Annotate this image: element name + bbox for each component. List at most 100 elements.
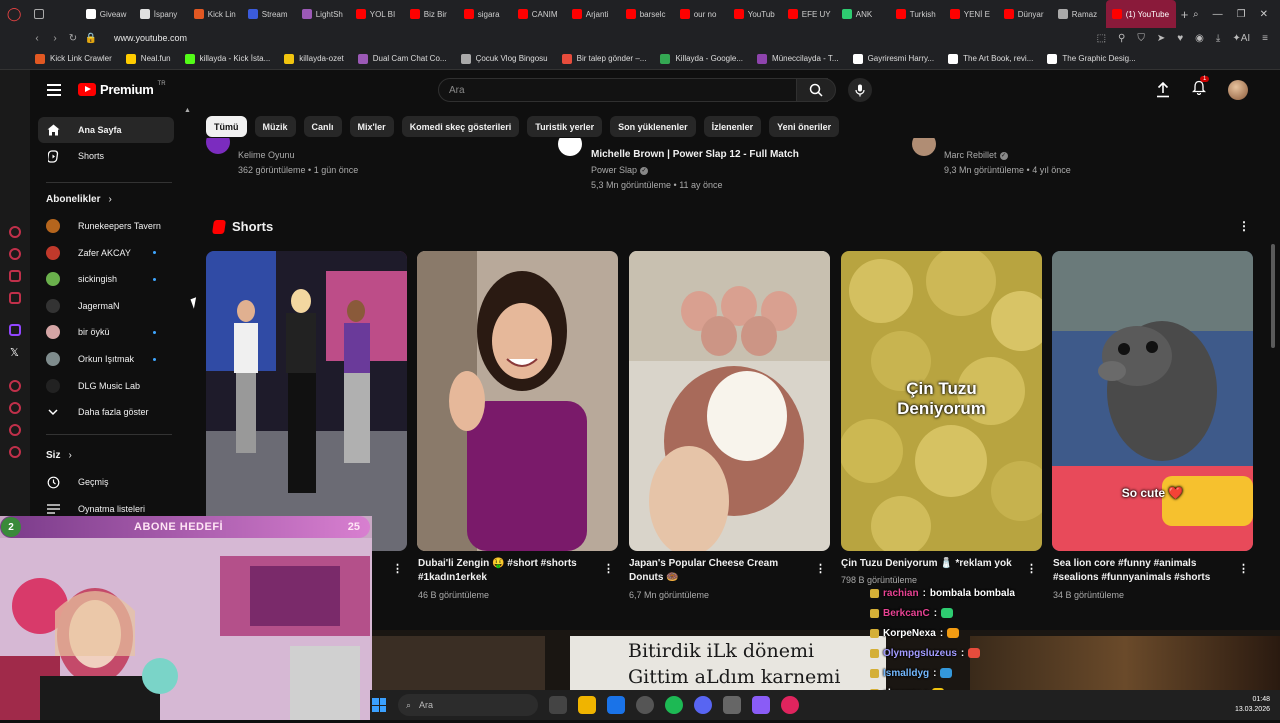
bookmark-item[interactable]: Dual Cam Chat Co... — [351, 53, 454, 64]
send-icon[interactable]: ➤ — [1157, 33, 1165, 44]
more-options-icon[interactable]: ⋮ — [815, 562, 826, 575]
browser-tab[interactable]: Turkish — [890, 0, 944, 28]
browser-tab[interactable]: Giveaw — [80, 0, 134, 28]
browser-tab[interactable]: CANIM — [512, 0, 566, 28]
sidebar-item-shorts[interactable]: Shorts — [38, 143, 174, 169]
bookmark-item[interactable]: The Art Book, revi... — [941, 53, 1040, 64]
browser-tab[interactable]: LightSh — [296, 0, 350, 28]
subscriptions-heading[interactable]: Abonelikler › — [46, 194, 112, 205]
bookmark-item[interactable]: killayda - Kick İsta... — [178, 53, 278, 64]
browser-tab[interactable]: YOL BI — [350, 0, 404, 28]
bookmark-item[interactable]: Çocuk Vlog Bingosu — [454, 53, 555, 64]
ai-icon[interactable]: ✦AI — [1232, 33, 1250, 44]
channel-name[interactable]: Kelime Oyunu — [238, 150, 295, 160]
minimize-button[interactable]: — — [1213, 9, 1223, 20]
browser-tab[interactable]: Arjanti — [566, 0, 620, 28]
maximize-button[interactable]: ❐ — [1237, 9, 1246, 20]
youtube-premium-logo[interactable]: Premium TR — [78, 81, 166, 97]
opera-icon[interactable]: ◯ — [0, 0, 28, 28]
search-button[interactable] — [796, 78, 836, 102]
forward-button[interactable]: › — [46, 33, 64, 44]
browser-tab[interactable]: YENİ E — [944, 0, 998, 28]
more-options-icon[interactable]: ⋮ — [392, 562, 403, 575]
more-options-icon[interactable]: ⋮ — [603, 562, 614, 575]
whatsapp-icon[interactable] — [9, 248, 21, 260]
camera-icon[interactable]: ◉ — [1195, 33, 1204, 44]
close-window-button[interactable]: ✕ — [1260, 9, 1268, 20]
sidebar-item-home[interactable]: Ana Sayfa — [38, 117, 174, 143]
filter-chip[interactable]: Turistik yerler — [527, 116, 603, 137]
guide-menu-icon[interactable] — [47, 84, 61, 96]
short-thumbnail[interactable] — [417, 251, 618, 551]
instagram-icon[interactable] — [9, 270, 21, 282]
search-input[interactable]: Ara — [438, 78, 828, 102]
more-options-icon[interactable]: ⋮ — [1238, 562, 1249, 575]
sidebar-subscription-item[interactable]: Zafer AKCAY — [38, 240, 174, 266]
bookmark-item[interactable]: Gayriresmi Harry... — [846, 53, 942, 64]
notifications-button[interactable]: 1 — [1191, 76, 1210, 100]
history-rail-icon[interactable] — [9, 402, 21, 414]
app-icon[interactable] — [636, 696, 654, 714]
taskbar-search-input[interactable]: ⌕ Ara — [398, 694, 538, 716]
browser-tab[interactable]: our no — [674, 0, 728, 28]
back-button[interactable]: ‹ — [28, 33, 46, 44]
bookmark-item[interactable]: Neal.fun — [119, 53, 178, 64]
x-icon[interactable]: 𝕏 — [10, 346, 19, 359]
new-tab-button[interactable]: + — [1176, 7, 1193, 22]
filter-chip[interactable]: Son yüklenenler — [610, 116, 696, 137]
filter-chip[interactable]: Müzik — [254, 116, 296, 137]
discord-icon[interactable] — [694, 696, 712, 714]
channel-name[interactable]: Marc Rebillet ✓ — [944, 150, 1008, 160]
voice-search-button[interactable] — [848, 78, 872, 102]
browser-tab[interactable]: Stream — [242, 0, 296, 28]
browser-tab[interactable]: barselc — [620, 0, 674, 28]
sidebar-subscription-item[interactable]: bir öykü — [38, 319, 174, 345]
opera-icon[interactable] — [781, 696, 799, 714]
channel-name[interactable]: Power Slap ✓ — [591, 165, 649, 175]
file-explorer-icon[interactable] — [578, 696, 596, 714]
filter-chip[interactable]: Canlı — [303, 116, 342, 137]
sidebar-subscription-item[interactable]: JagermaN — [38, 293, 174, 319]
bookmark-item[interactable]: Killayda - Google... — [653, 53, 750, 64]
short-thumbnail[interactable] — [629, 251, 830, 551]
filter-chip[interactable]: Mix'ler — [349, 116, 394, 137]
pin-icon[interactable]: ⚲ — [1118, 33, 1125, 44]
channel-avatar[interactable] — [558, 138, 582, 158]
filter-chip[interactable]: Tümü — [206, 116, 247, 137]
short-thumbnail[interactable]: So cute ❤️ — [1052, 251, 1253, 551]
browser-tab[interactable]: EFE UY — [782, 0, 836, 28]
browser-tab[interactable]: ANK — [836, 0, 890, 28]
browser-tab[interactable]: İspany — [134, 0, 188, 28]
search-tabs-icon[interactable]: ⌕ — [1193, 9, 1199, 20]
messenger-icon[interactable] — [9, 226, 21, 238]
show-more-button[interactable]: Daha fazla göster — [38, 399, 174, 425]
menu-icon[interactable]: ≡ — [1262, 33, 1268, 44]
settings-icon[interactable] — [9, 446, 21, 458]
video-title[interactable]: Michelle Brown | Power Slap 12 - Full Ma… — [591, 149, 799, 160]
bookmark-item[interactable]: Kick Link Crawler — [28, 53, 119, 64]
player-icon[interactable] — [9, 380, 21, 392]
extensions-icon[interactable] — [9, 424, 21, 436]
sidebar-subscription-item[interactable]: Orkun Işıtmak — [38, 346, 174, 372]
browser-tab[interactable]: sigara — [458, 0, 512, 28]
reload-button[interactable]: ↻ — [64, 33, 82, 44]
download-icon[interactable]: ⤓ — [1216, 33, 1220, 44]
tab-active-youtube[interactable]: (1) YouTube — [1105, 0, 1177, 28]
sidebar-subscription-item[interactable]: sickingish — [38, 266, 174, 292]
sidebar-subscription-item[interactable]: DLG Music Lab — [38, 373, 174, 399]
shield-icon[interactable]: ⛉ — [1137, 33, 1145, 44]
browser-tab[interactable]: Kick Lin — [188, 0, 242, 28]
you-heading[interactable]: Siz › — [46, 450, 72, 461]
settings-icon[interactable] — [723, 696, 741, 714]
bookmark-item[interactable]: Bir talep gönder –... — [555, 53, 654, 64]
account-avatar[interactable] — [1228, 80, 1248, 100]
sidebar-item-history[interactable]: Geçmiş — [38, 469, 174, 495]
filter-chip[interactable]: Yeni öneriler — [769, 116, 840, 137]
heart-icon[interactable]: ♥ — [1177, 33, 1183, 44]
app-icon[interactable] — [752, 696, 770, 714]
short-title[interactable]: Dubai'li Zengin 🤑 #short #shorts #1kadın… — [418, 557, 593, 585]
browser-tab[interactable]: Biz Bir — [404, 0, 458, 28]
page-scrollbar[interactable] — [1271, 244, 1275, 348]
browser-tab[interactable]: YouTub — [728, 0, 782, 28]
more-options-icon[interactable]: ⋮ — [1238, 219, 1250, 233]
